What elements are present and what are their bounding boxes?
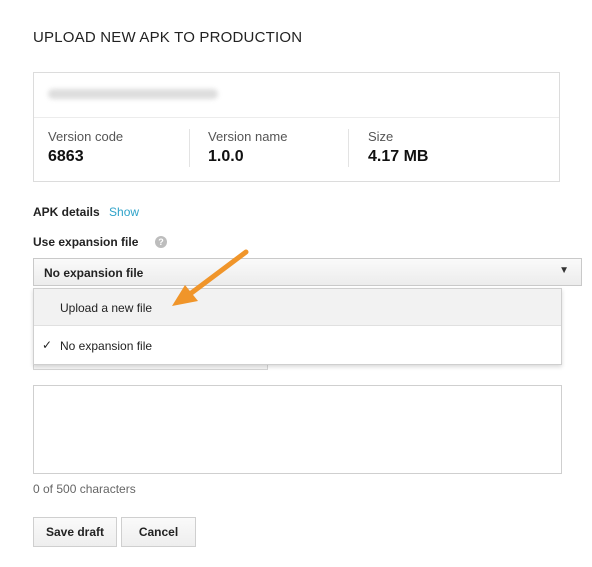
release-notes-textarea[interactable]	[33, 385, 562, 474]
help-icon[interactable]: ?	[155, 236, 167, 248]
apk-details-show-link[interactable]: Show	[109, 205, 139, 219]
size-value: 4.17 MB	[368, 148, 429, 165]
size-label: Size	[368, 129, 394, 144]
checkmark-icon: ✓	[42, 338, 53, 352]
menu-item-label: No expansion file	[60, 339, 153, 353]
chevron-down-icon: ▼	[559, 265, 569, 276]
version-code-value: 6863	[48, 148, 84, 165]
menu-item-no-expansion-file[interactable]: ✓ No expansion file	[34, 326, 561, 364]
expansion-file-label: Use expansion file	[33, 235, 139, 249]
version-name-label: Version name	[208, 129, 288, 144]
version-code-stat: Version code 6863	[48, 129, 123, 166]
save-draft-button[interactable]: Save draft	[33, 517, 117, 547]
version-name-value: 1.0.0	[208, 148, 244, 165]
menu-item-label: Upload a new file	[60, 301, 153, 315]
apk-details-row: APK details Show	[33, 205, 139, 219]
apk-info-card: Version code 6863 Version name 1.0.0 Siz…	[33, 72, 560, 182]
expansion-file-select[interactable]: No expansion file ▼	[33, 258, 582, 286]
size-stat: Size 4.17 MB	[368, 129, 428, 166]
menu-item-upload-new-file[interactable]: Upload a new file	[34, 289, 561, 325]
version-code-label: Version code	[48, 129, 124, 144]
stat-divider	[189, 129, 190, 167]
dialog-title: UPLOAD NEW APK TO PRODUCTION	[33, 29, 303, 46]
character-count: 0 of 500 characters	[33, 482, 136, 496]
version-name-stat: Version name 1.0.0	[208, 129, 288, 166]
stat-divider	[348, 129, 349, 167]
expansion-dropdown-menu: Upload a new file ✓ No expansion file	[33, 288, 562, 365]
annotation-arrow-icon	[172, 249, 249, 306]
card-divider	[34, 117, 559, 118]
expansion-select-value: No expansion file	[44, 266, 144, 280]
apk-name-redacted	[48, 89, 218, 99]
cancel-button[interactable]: Cancel	[121, 517, 196, 547]
apk-details-label: APK details	[33, 205, 100, 219]
